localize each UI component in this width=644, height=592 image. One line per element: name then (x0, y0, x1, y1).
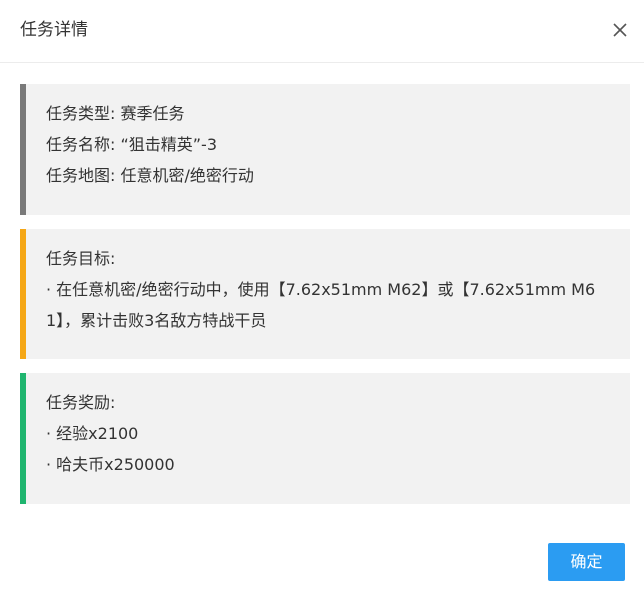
task-reward-block: 任务奖励: · 经验x2100 · 哈夫币x250000 (20, 373, 630, 504)
close-icon (613, 23, 627, 37)
confirm-button[interactable]: 确定 (548, 543, 625, 581)
objective-heading: 任务目标: (46, 249, 116, 268)
close-button[interactable] (610, 20, 630, 40)
task-map: 任务地图: 任意机密/绝密行动 (46, 166, 254, 185)
task-objective-block: 任务目标: · 在任意机密/绝密行动中，使用【7.62x51mm M62】或【7… (20, 229, 630, 359)
task-info-block: 任务类型: 赛季任务 任务名称: “狙击精英”-3 任务地图: 任意机密/绝密行… (20, 84, 630, 215)
task-name: 任务名称: “狙击精英”-3 (46, 135, 218, 154)
task-detail-dialog: 任务详情 任务类型: 赛季任务 任务名称: “狙击精英”-3 任务地图: 任意机… (0, 0, 644, 592)
reward-heading: 任务奖励: (46, 393, 116, 412)
task-type: 任务类型: 赛季任务 (46, 104, 185, 123)
dialog-header: 任务详情 (0, 0, 644, 63)
reward-item-coins: · 哈夫币x250000 (46, 455, 175, 474)
objective-text: · 在任意机密/绝密行动中，使用【7.62x51mm M62】或【7.62x51… (46, 280, 596, 330)
dialog-title: 任务详情 (20, 20, 88, 40)
reward-item-exp: · 经验x2100 (46, 424, 139, 443)
